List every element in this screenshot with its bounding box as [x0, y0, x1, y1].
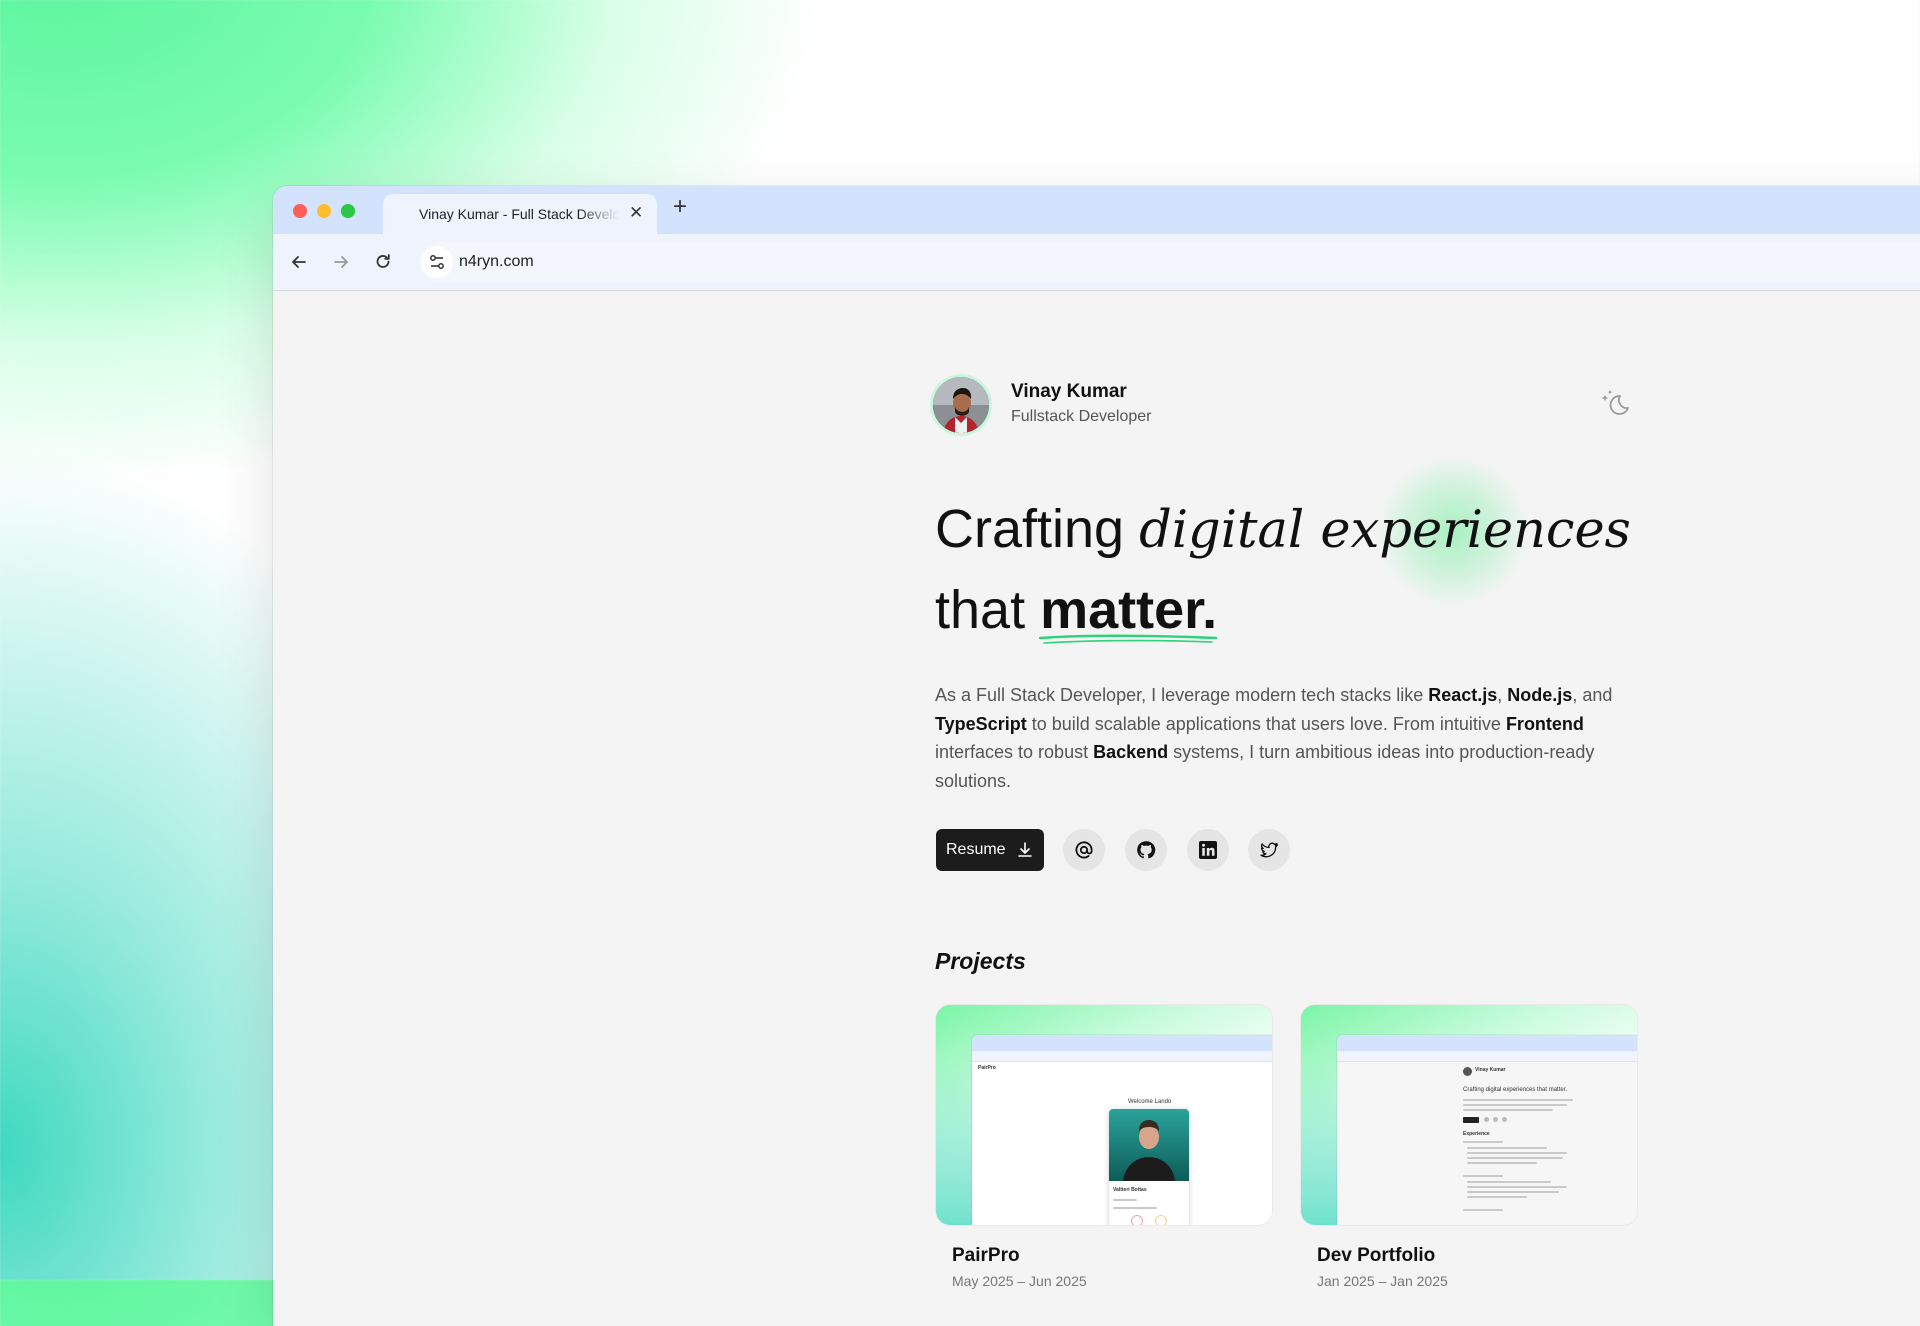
browser-window: Vinay Kumar - Full Stack Developer ✕ + n…: [273, 186, 1920, 1326]
browser-toolbar: n4ryn.com: [273, 234, 1920, 291]
project-title-pairpro[interactable]: PairPro: [952, 1245, 1020, 1267]
project-date-dev-portfolio: Jan 2025 – Jan 2025: [1317, 1273, 1448, 1289]
url-text[interactable]: n4ryn.com: [459, 253, 534, 271]
hero-text-digital-experiences: digital experiences: [1139, 501, 1631, 560]
hero-text-that: that: [935, 580, 1041, 640]
reload-icon[interactable]: [373, 252, 393, 272]
hero-text-crafting: Crafting: [935, 499, 1140, 559]
theme-toggle-moon-icon[interactable]: [1598, 386, 1632, 420]
address-bar[interactable]: n4ryn.com: [419, 242, 1920, 282]
tech-backend: Backend: [1093, 742, 1169, 762]
resume-label: Resume: [946, 841, 1006, 858]
project-title-dev-portfolio[interactable]: Dev Portfolio: [1317, 1245, 1435, 1267]
email-icon: [1075, 841, 1093, 859]
email-button[interactable]: [1063, 829, 1105, 871]
hero-text-matter: matter.: [1040, 580, 1218, 640]
project-card-dev-portfolio[interactable]: Vinay Kumar Crafting digital experiences…: [1301, 1005, 1637, 1225]
tab-close-icon[interactable]: ✕: [629, 203, 643, 223]
avatar: [933, 377, 989, 433]
linkedin-button[interactable]: [1187, 829, 1229, 871]
project-preview-dev-portfolio: Vinay Kumar Crafting digital experiences…: [1337, 1035, 1637, 1225]
tech-node: Node.js: [1507, 685, 1573, 705]
project-card-pairpro[interactable]: PairPro Welcome Lando Valtteri Bottas: [936, 1005, 1272, 1225]
hero-line-1: Crafting digital experiences: [935, 497, 1631, 563]
preview-section: Experience: [1463, 1131, 1490, 1137]
github-button[interactable]: [1125, 829, 1167, 871]
github-icon: [1137, 841, 1156, 859]
tab-bar: Vinay Kumar - Full Stack Developer ✕ +: [273, 186, 1920, 234]
preview-profile-name: Valtteri Bottas: [1113, 1187, 1147, 1193]
twitter-button[interactable]: [1248, 829, 1290, 871]
linkedin-icon: [1199, 841, 1217, 859]
tab-active[interactable]: Vinay Kumar - Full Stack Developer ✕: [383, 194, 657, 234]
profile-role: Fullstack Developer: [1011, 408, 1152, 425]
preview-brand: PairPro: [978, 1065, 996, 1071]
twitter-icon: [1260, 842, 1278, 858]
back-arrow-icon[interactable]: [289, 252, 309, 272]
minimize-window-button[interactable]: [317, 204, 331, 218]
preview-name: Vinay Kumar: [1475, 1067, 1506, 1073]
tab-title: Vinay Kumar - Full Stack Developer: [419, 206, 619, 222]
resume-download-button[interactable]: Resume: [936, 829, 1044, 871]
tech-react: React.js: [1428, 685, 1498, 705]
preview-heading: Crafting digital experiences that matter…: [1463, 1087, 1568, 1093]
hero-underline: [1038, 634, 1218, 644]
project-preview-pairpro: PairPro Welcome Lando Valtteri Bottas: [972, 1035, 1272, 1225]
projects-heading: Projects: [935, 948, 1026, 974]
tech-typescript: TypeScript: [935, 713, 1027, 734]
close-window-button[interactable]: [293, 204, 307, 218]
page-content: Vinay Kumar Fullstack Developer Crafting…: [273, 291, 1920, 1326]
forward-arrow-icon[interactable]: [331, 252, 351, 272]
preview-profile-card: Valtteri Bottas: [1109, 1109, 1189, 1225]
tech-frontend: Frontend: [1505, 713, 1584, 734]
download-icon: [1018, 842, 1032, 857]
project-date-pairpro: May 2025 – Jun 2025: [952, 1273, 1087, 1289]
new-tab-button[interactable]: +: [673, 195, 687, 219]
maximize-window-button[interactable]: [341, 204, 355, 218]
bio-paragraph: As a Full Stack Developer, I leverage mo…: [935, 685, 1613, 791]
site-info-icon[interactable]: [421, 246, 453, 278]
preview-heading: Welcome Lando: [1128, 1099, 1172, 1105]
profile-name: Vinay Kumar: [1011, 381, 1127, 402]
